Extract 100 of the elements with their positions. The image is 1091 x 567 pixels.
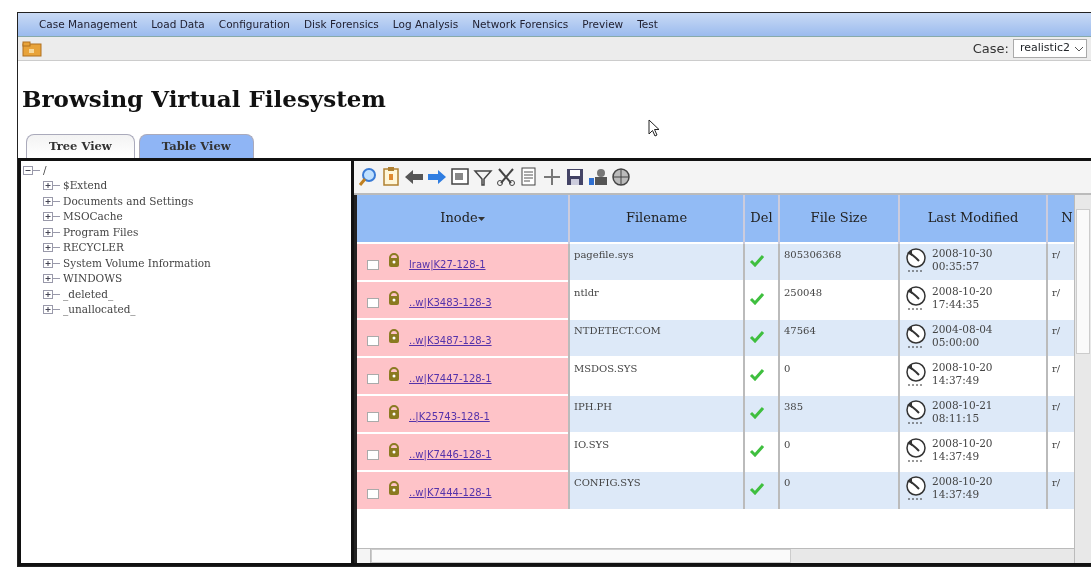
table-cell: r/ xyxy=(1047,394,1074,433)
tree-item[interactable]: / xyxy=(43,162,47,179)
menu-item[interactable]: Configuration xyxy=(211,16,298,33)
checkbox[interactable] xyxy=(367,412,379,423)
table-cell: r/ xyxy=(1047,242,1074,281)
tree-item[interactable]: _deleted_ xyxy=(63,286,114,303)
tree-item[interactable]: MSOCache xyxy=(63,209,123,225)
caret-icon xyxy=(1074,44,1084,53)
tree-item[interactable]: Documents and Settings xyxy=(63,193,194,210)
filename-cell: NTDETECT.COM xyxy=(569,318,744,357)
inode-link[interactable]: ..w|K7446-128-1 xyxy=(409,448,492,460)
menu-item[interactable]: Disk Forensics xyxy=(297,16,386,33)
size-cell: 385 xyxy=(779,394,899,433)
tree-item[interactable]: RECYCLER xyxy=(63,240,124,256)
filename-cell: pagefile.sys xyxy=(569,242,744,281)
expand-icon[interactable] xyxy=(43,257,61,269)
menu-item[interactable]: Log Analysis xyxy=(385,16,466,33)
folder-icon[interactable] xyxy=(22,40,42,57)
lock-icon xyxy=(387,403,401,420)
expand-icon[interactable] xyxy=(43,242,61,254)
lock-icon xyxy=(387,251,401,268)
filename-cell: IPH.PH xyxy=(569,394,744,433)
size-cell: 0 xyxy=(779,356,899,395)
horizontal-scrollbar[interactable] xyxy=(357,548,1074,563)
expand-icon[interactable] xyxy=(43,288,61,300)
date-time-text: 2008-10-20 14:37:49 xyxy=(932,436,993,463)
expand-icon[interactable] xyxy=(43,211,61,223)
column-header[interactable]: Inode xyxy=(357,194,569,243)
inode-link[interactable]: ..w|K3483-128-3 xyxy=(409,296,492,308)
size-cell: 47564 xyxy=(779,318,899,357)
expand-icon[interactable] xyxy=(43,195,61,207)
inode-link[interactable]: lraw|K27-128-1 xyxy=(409,258,486,270)
menu-item[interactable]: Network Forensics xyxy=(465,16,576,33)
menu-item[interactable]: Preview xyxy=(575,16,631,33)
tree-item[interactable]: System Volume Information xyxy=(63,255,211,272)
date-time-text: 2008-10-21 08:11:15 xyxy=(932,398,993,425)
size-cell: 0 xyxy=(779,470,899,509)
lock-icon xyxy=(387,327,401,344)
user-icon[interactable] xyxy=(588,166,608,188)
lock-icon xyxy=(387,365,401,382)
scissors-icon[interactable] xyxy=(496,166,516,188)
clock-icon xyxy=(904,284,928,311)
expand-icon[interactable] xyxy=(43,226,61,238)
window-icon[interactable] xyxy=(450,166,470,188)
checkbox[interactable] xyxy=(367,488,379,499)
tree-item[interactable]: _unallocated_ xyxy=(63,302,136,318)
date-time-text: 2008-10-20 17:44:35 xyxy=(932,284,993,311)
filename-cell: ntldr xyxy=(569,280,744,319)
menu-item[interactable]: Case Management xyxy=(32,16,145,33)
clock-icon xyxy=(904,322,928,349)
checkbox[interactable] xyxy=(367,450,379,461)
tree-item[interactable]: Program Files xyxy=(63,224,139,241)
inode-link[interactable]: ..w|K3487-128-3 xyxy=(409,334,492,346)
page-title: Browsing Virtual Filesystem xyxy=(22,85,387,113)
date-time-text: 2004-08-04 05:00:00 xyxy=(932,322,993,349)
globe-icon[interactable] xyxy=(611,166,631,188)
inode-link[interactable]: ..w|K7444-128-1 xyxy=(409,487,492,499)
column-header[interactable]: Filename xyxy=(569,194,744,243)
clock-icon xyxy=(904,474,928,501)
plus-icon[interactable] xyxy=(542,166,562,188)
filename-cell: CONFIG.SYS xyxy=(569,470,744,509)
expand-icon[interactable] xyxy=(43,304,61,316)
inode-link[interactable]: ..w|K7447-128-1 xyxy=(409,372,492,384)
clock-icon xyxy=(904,398,928,425)
inode-link[interactable]: ..|K25743-128-1 xyxy=(409,410,490,422)
filename-cell: IO.SYS xyxy=(569,432,744,471)
column-header[interactable]: Last Modified xyxy=(899,194,1047,243)
checkbox[interactable] xyxy=(367,336,379,347)
vertical-scrollbar[interactable] xyxy=(1074,194,1091,563)
save-icon[interactable] xyxy=(565,166,585,188)
lock-icon xyxy=(387,480,401,497)
collapse-icon[interactable] xyxy=(23,164,41,176)
search-icon[interactable] xyxy=(358,166,378,188)
lock-icon xyxy=(387,289,401,306)
column-header[interactable]: File Size xyxy=(779,194,899,243)
case-select[interactable]: realistic2 xyxy=(1012,39,1087,58)
table-cell: r/ xyxy=(1047,318,1074,357)
date-time-text: 2008-10-20 14:37:49 xyxy=(932,360,993,387)
case-label: Case: xyxy=(972,39,1009,58)
tree-item[interactable]: $Extend xyxy=(63,178,108,194)
table-cell: r/ xyxy=(1047,470,1074,509)
date-time-text: 2008-10-20 14:37:49 xyxy=(932,474,993,501)
checkbox[interactable] xyxy=(367,374,379,385)
checkbox[interactable] xyxy=(367,260,379,271)
column-header[interactable]: Del xyxy=(744,194,779,243)
tab[interactable]: Tree View xyxy=(26,133,135,158)
clipboard-icon[interactable] xyxy=(381,166,401,188)
menu-item[interactable]: Load Data xyxy=(144,16,212,33)
clock-icon xyxy=(904,246,928,273)
tab[interactable]: Table View xyxy=(138,133,254,158)
expand-icon[interactable] xyxy=(43,180,61,192)
date-time-text: 2008-10-30 00:35:57 xyxy=(932,246,993,273)
lock-icon xyxy=(387,441,401,458)
checkbox[interactable] xyxy=(367,298,379,309)
size-cell: 805306368 xyxy=(779,242,899,281)
clock-icon xyxy=(904,360,928,387)
size-cell: 0 xyxy=(779,432,899,471)
tree-item[interactable]: WINDOWS xyxy=(63,271,123,287)
menu-item[interactable]: Test xyxy=(630,16,665,33)
expand-icon[interactable] xyxy=(43,273,61,285)
